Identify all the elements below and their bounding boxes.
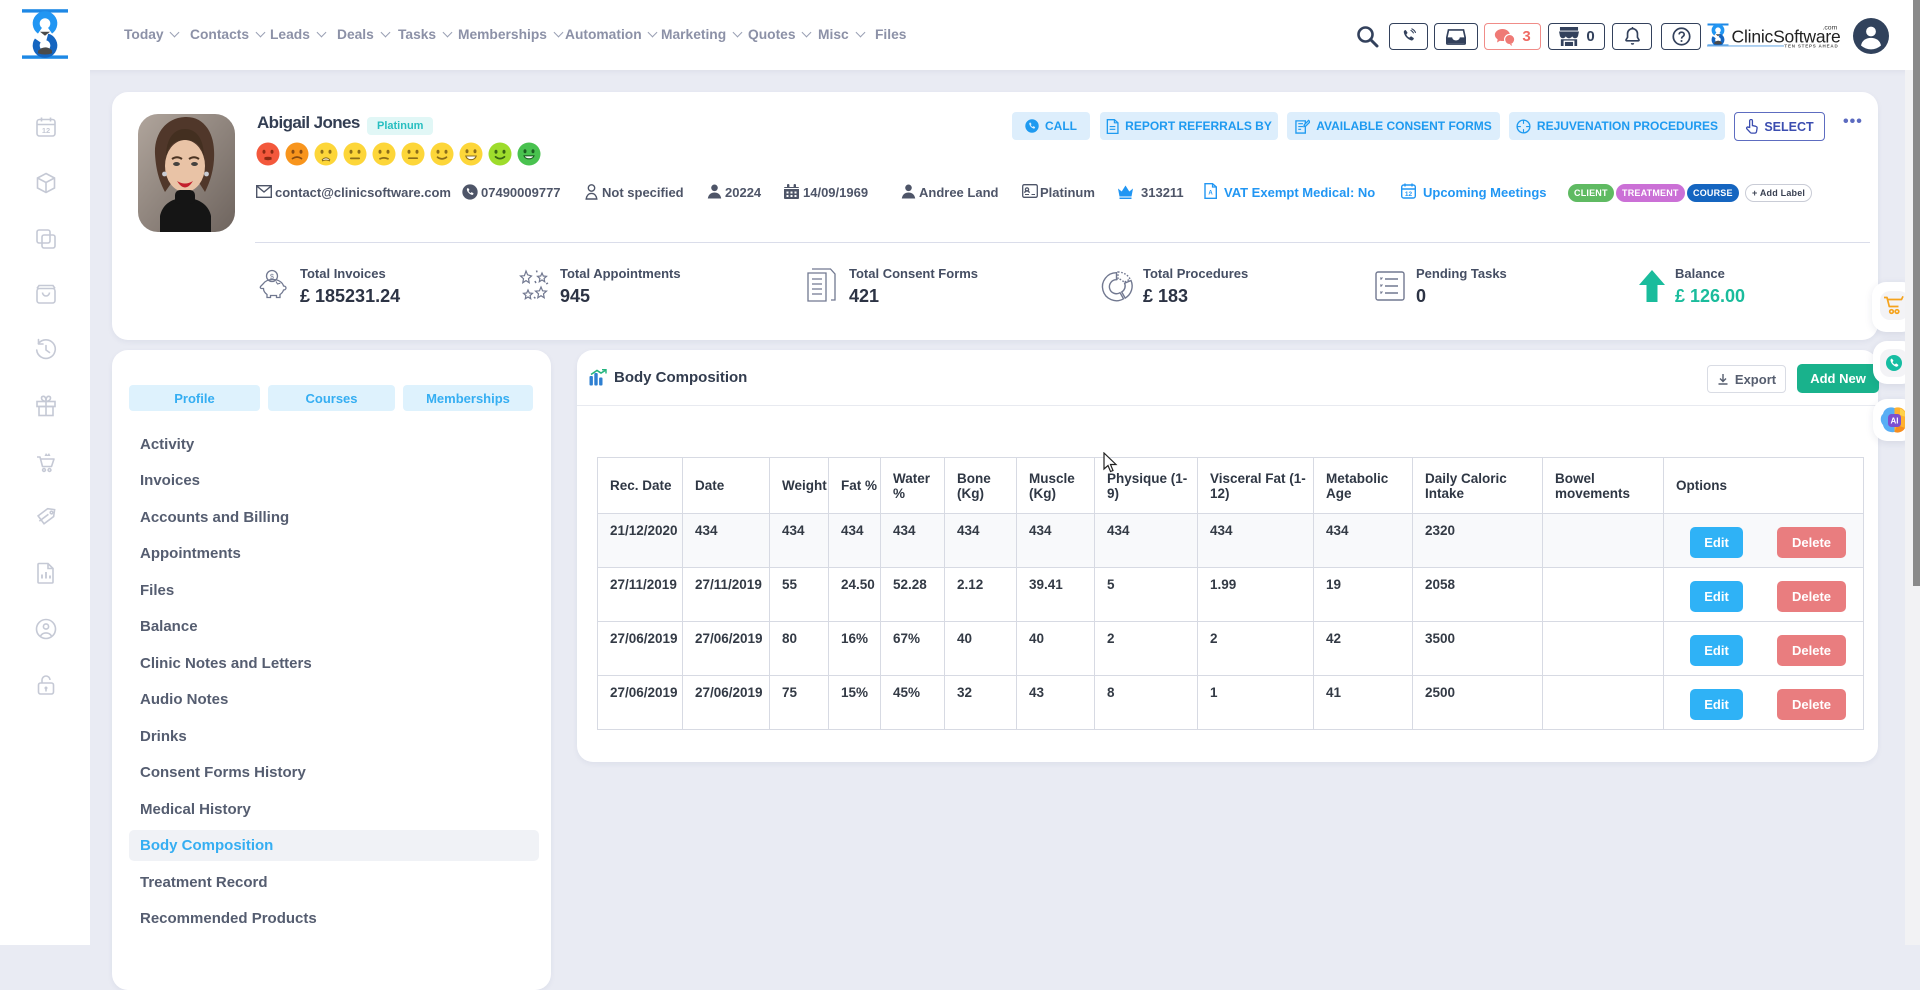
svg-text:12: 12: [42, 126, 50, 135]
svg-text:A: A: [1208, 191, 1213, 197]
svg-text:12: 12: [1405, 191, 1413, 198]
svg-text:AI: AI: [1891, 417, 1899, 426]
svg-text:.com: .com: [1823, 25, 1838, 32]
svg-text:TEN STEPS AHEAD: TEN STEPS AHEAD: [1784, 44, 1838, 49]
